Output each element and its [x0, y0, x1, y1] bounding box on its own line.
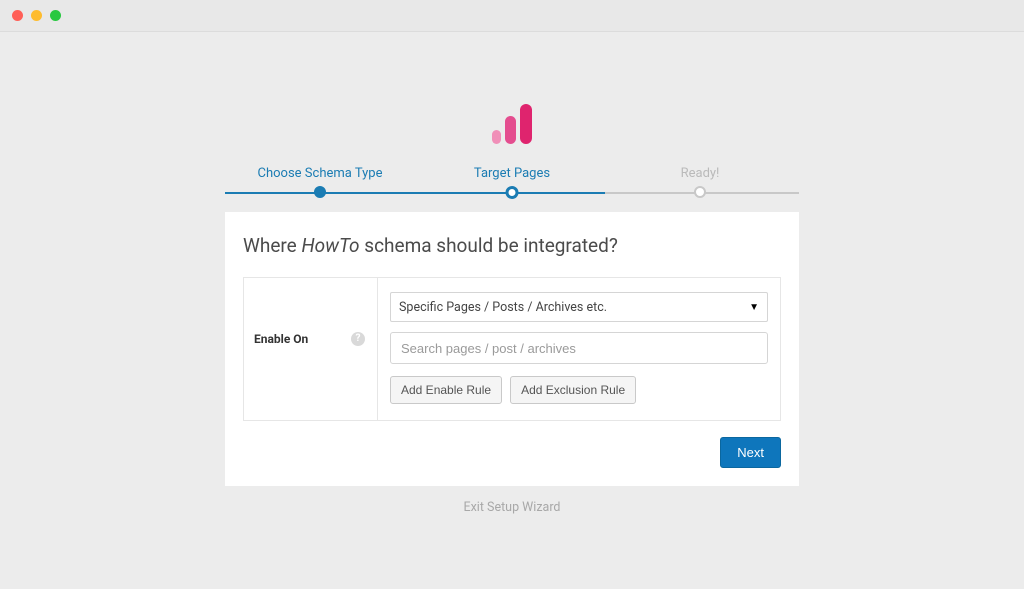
minimize-icon[interactable] [31, 10, 42, 21]
chevron-down-icon: ▼ [749, 302, 759, 313]
select-value: Specific Pages / Posts / Archives etc. [399, 300, 607, 315]
search-input[interactable] [390, 332, 768, 364]
enable-on-select[interactable]: Specific Pages / Posts / Archives etc. ▼ [390, 292, 768, 322]
step-label-target-pages[interactable]: Target Pages [474, 166, 550, 181]
add-exclusion-rule-button[interactable]: Add Exclusion Rule [510, 376, 636, 404]
window-titlebar [0, 0, 1024, 32]
step-node-3 [694, 186, 706, 198]
wizard-stage: Choose Schema Type Target Pages Ready! W… [0, 32, 1024, 515]
stepper-track-fill [225, 192, 605, 194]
step-label-ready: Ready! [681, 166, 720, 181]
field-controls: Specific Pages / Posts / Archives etc. ▼… [378, 278, 780, 420]
wizard-stepper: Choose Schema Type Target Pages Ready! [225, 166, 799, 206]
exit-setup-link[interactable]: Exit Setup Wizard [464, 500, 561, 515]
field-label: Enable On [254, 332, 308, 346]
help-icon[interactable]: ? [351, 332, 365, 346]
step-node-1[interactable] [314, 186, 326, 198]
wizard-card: Where HowTo schema should be integrated?… [225, 212, 799, 486]
title-schema-name: HowTo [301, 234, 359, 257]
rule-buttons: Add Enable Rule Add Exclusion Rule [390, 376, 768, 404]
card-footer: Next [243, 437, 781, 468]
field-label-cell: Enable On ? [244, 278, 378, 420]
step-label-choose-schema[interactable]: Choose Schema Type [258, 166, 383, 181]
logo-bar-2 [505, 116, 516, 144]
zoom-icon[interactable] [50, 10, 61, 21]
title-suffix: schema should be integrated? [360, 234, 618, 257]
brand-logo-icon [492, 104, 532, 144]
step-node-2[interactable] [506, 186, 519, 199]
logo-bar-1 [492, 130, 501, 144]
title-prefix: Where [243, 234, 301, 257]
enable-on-field: Enable On ? Specific Pages / Posts / Arc… [243, 277, 781, 421]
next-button[interactable]: Next [720, 437, 781, 468]
card-title: Where HowTo schema should be integrated? [243, 234, 781, 257]
logo-bar-3 [520, 104, 532, 144]
add-enable-rule-button[interactable]: Add Enable Rule [390, 376, 502, 404]
close-icon[interactable] [12, 10, 23, 21]
